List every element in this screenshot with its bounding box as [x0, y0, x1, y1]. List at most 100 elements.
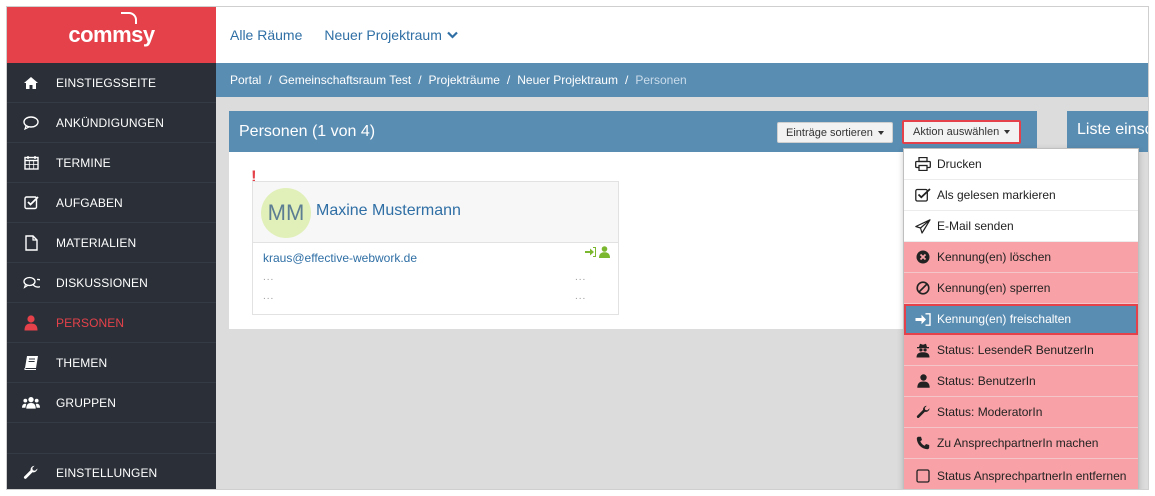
menu-item-status-benutzer[interactable]: Status: BenutzerIn: [904, 366, 1138, 397]
sidebar-item-label: AUFGABEN: [56, 195, 123, 210]
breadcrumb-separator: /: [624, 73, 629, 87]
menu-item-label: Zu AnsprechpartnerIn machen: [937, 436, 1099, 450]
current-room-label: Neuer Projektraum: [324, 27, 442, 43]
menu-item-label: Status AnsprechpartnerIn entfernen: [937, 468, 1127, 483]
menu-item-zu-ansprechpartner-machen[interactable]: Zu AnsprechpartnerIn machen: [904, 428, 1138, 459]
breadcrumb-community-room[interactable]: Gemeinschaftsraum Test: [279, 73, 412, 87]
menu-item-status-moderator[interactable]: Status: ModeratorIn: [904, 397, 1138, 428]
sidebar-item-materialien[interactable]: MATERIALIEN: [7, 223, 216, 263]
person-icon: [22, 314, 40, 332]
sidebar-item-ankuendigungen[interactable]: ANKÜNDIGUNGEN: [7, 103, 216, 143]
placeholder-dots: ...: [263, 291, 275, 302]
caret-down-icon: [1004, 130, 1011, 134]
caret-down-icon: [877, 130, 884, 135]
breadcrumb-separator: /: [418, 73, 422, 87]
sidebar-item-themen[interactable]: THEMEN: [7, 343, 216, 383]
app-window: commsy EINSTIEGSSEITE ANKÜNDIGUNGEN TERM…: [6, 6, 1149, 490]
sidebar-item-label: MATERIALIEN: [56, 235, 137, 250]
menu-item-email-senden[interactable]: E-Mail senden: [904, 211, 1138, 242]
breadcrumb-project-rooms[interactable]: Projekträume: [429, 73, 500, 87]
calendar-icon: [22, 154, 40, 172]
list-panel-title: Liste einsc: [1077, 121, 1149, 138]
book-icon: [22, 354, 40, 372]
placeholder-dots: ...: [575, 272, 587, 283]
panel-title: Personen (1 von 4): [239, 122, 376, 140]
sidebar-item-label: DISKUSSIONEN: [56, 275, 148, 290]
menu-item-label: Kennung(en) freischalten: [937, 312, 1072, 326]
sidebar-item-label: TERMINE: [56, 155, 111, 170]
phone-icon: [914, 435, 932, 451]
chevron-down-icon: [447, 31, 458, 39]
all-rooms-label: Alle Räume: [230, 27, 303, 43]
menu-item-label: Als gelesen markieren: [937, 188, 1056, 202]
discussion-icon: [22, 274, 40, 292]
list-panel-header: Liste einsc: [1067, 111, 1149, 152]
speech-bubble-icon: [22, 114, 40, 132]
select-action-button[interactable]: Aktion auswählen: [902, 120, 1022, 144]
menu-item-kennungen-freischalten[interactable]: Kennung(en) freischalten: [904, 304, 1138, 335]
card-status-icons: [585, 246, 610, 258]
user-secret-icon: [914, 342, 932, 358]
sidebar-item-termine[interactable]: TERMINE: [7, 143, 216, 183]
breadcrumb-separator: /: [506, 73, 511, 87]
logo-bar[interactable]: commsy: [7, 7, 216, 63]
panel-header: Personen (1 von 4) Einträge sortieren Ak…: [229, 111, 1037, 152]
breadcrumb-project-room[interactable]: Neuer Projektraum: [517, 73, 618, 87]
menu-item-label: Status: BenutzerIn: [937, 374, 1036, 388]
ban-icon: [914, 280, 932, 296]
group-icon: [22, 394, 40, 412]
menu-item-als-gelesen-markieren[interactable]: Als gelesen markieren: [904, 180, 1138, 211]
logo[interactable]: commsy: [68, 12, 155, 48]
sidebar-item-einstellungen[interactable]: EINSTELLUNGEN: [7, 453, 216, 489]
breadcrumb-portal[interactable]: Portal: [230, 73, 261, 87]
menu-item-kennungen-sperren[interactable]: Kennung(en) sperren: [904, 273, 1138, 304]
menu-item-label: Kennung(en) löschen: [937, 250, 1052, 264]
sidebar-item-label: EINSTELLUNGEN: [56, 465, 158, 480]
menu-item-drucken[interactable]: Drucken: [904, 149, 1138, 180]
sidebar-item-label: PERSONEN: [56, 315, 125, 330]
menu-item-status-lesender-benutzer[interactable]: Status: LesendeR BenutzerIn: [904, 335, 1138, 366]
avatar: MM: [261, 188, 311, 238]
sidebar-item-einstiegsseite[interactable]: EINSTIEGSSEITE: [7, 63, 216, 103]
sidebar-item-gruppen[interactable]: GRUPPEN: [7, 383, 216, 423]
check-square-icon: [914, 187, 932, 203]
document-icon: [22, 234, 40, 252]
person-card-header: MM Maxine Mustermann: [253, 182, 618, 243]
menu-item-label: Status: ModeratorIn: [937, 405, 1043, 419]
sidebar-item-label: THEMEN: [56, 355, 108, 370]
sidebar-item-aufgaben[interactable]: AUFGABEN: [7, 183, 216, 223]
sidebar-item-personen[interactable]: PERSONEN: [7, 303, 216, 343]
menu-item-kennungen-loeschen[interactable]: Kennung(en) löschen: [904, 242, 1138, 273]
sidebar-item-label: GRUPPEN: [56, 395, 117, 410]
person-email-link[interactable]: kraus@effective-webwork.de: [263, 251, 417, 265]
logo-text: commsy: [68, 22, 155, 47]
person-name-link[interactable]: Maxine Mustermann: [316, 202, 461, 220]
square-icon: [914, 468, 932, 484]
wrench-icon: [914, 404, 932, 420]
menu-item-label: Drucken: [937, 157, 982, 171]
breadcrumb-current: Personen: [635, 73, 687, 87]
menu-item-status-ansprechpartner-entfernen[interactable]: Status AnsprechpartnerIn entfernen: [904, 459, 1138, 489]
current-room-dropdown[interactable]: Neuer Projektraum: [324, 27, 458, 43]
home-icon: [22, 74, 40, 92]
placeholder-dots: ...: [263, 272, 275, 283]
print-icon: [914, 156, 932, 172]
checkbox-icon: [22, 194, 40, 212]
top-bar: Alle Räume Neuer Projektraum: [216, 7, 1148, 63]
action-dropdown-menu: Drucken Als gelesen markieren E-Mail sen…: [903, 148, 1139, 489]
sign-in-icon: [914, 311, 932, 327]
sidebar-item-label: EINSTIEGSSEITE: [56, 75, 157, 90]
breadcrumb-separator: /: [268, 73, 272, 87]
menu-item-label: Kennung(en) sperren: [937, 281, 1051, 295]
select-action-label: Aktion auswählen: [913, 126, 1000, 138]
person-card[interactable]: MM Maxine Mustermann kraus@effective-web…: [252, 181, 619, 315]
paper-plane-icon: [914, 218, 932, 234]
sort-entries-button[interactable]: Einträge sortieren: [777, 122, 893, 143]
logo-accent: [120, 12, 137, 24]
placeholder-dots: ...: [575, 291, 587, 302]
breadcrumb: Portal / Gemeinschaftsraum Test / Projek…: [216, 63, 1148, 97]
user-icon: [914, 373, 932, 389]
all-rooms-link[interactable]: Alle Räume: [230, 27, 302, 43]
times-circle-icon: [914, 249, 932, 265]
sidebar-item-diskussionen[interactable]: DISKUSSIONEN: [7, 263, 216, 303]
